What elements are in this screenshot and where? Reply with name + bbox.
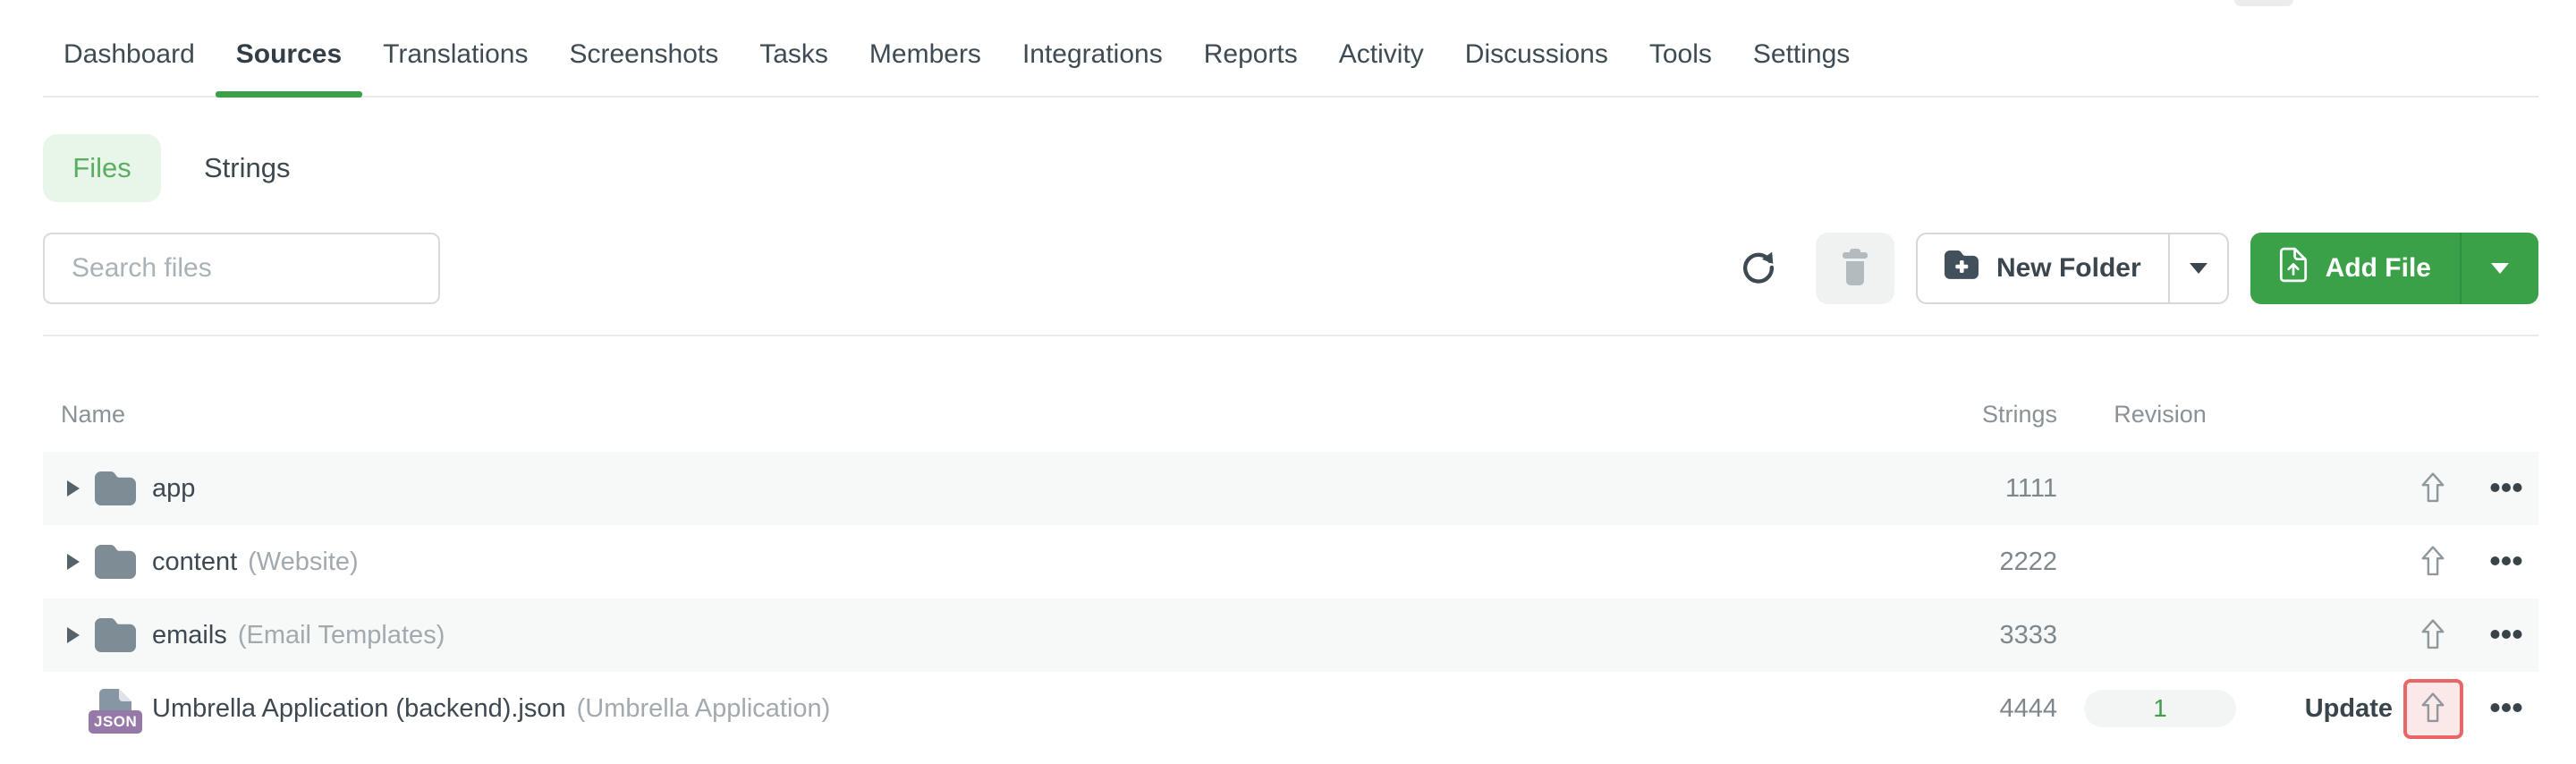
file-table-body: app 1111 content (Website) 2222 emails (… xyxy=(43,452,2538,745)
nav-tab-sources[interactable]: Sources xyxy=(215,40,363,98)
row-note: (Website) xyxy=(248,547,359,576)
row-strings-count: 1111 xyxy=(2004,473,2057,503)
more-actions-button[interactable] xyxy=(2485,697,2528,721)
toggle-strings[interactable]: Strings xyxy=(204,134,290,202)
files-table: Name Strings Revision app 1111 content (… xyxy=(43,336,2538,745)
table-row[interactable]: content (Website) 2222 xyxy=(43,525,2538,598)
delete-button[interactable] xyxy=(1815,233,1894,304)
upload-translations-button[interactable] xyxy=(2403,532,2463,592)
column-header-name: Name xyxy=(61,401,126,428)
file-upload-icon xyxy=(2279,247,2308,290)
new-folder-label: New Folder xyxy=(1996,253,2141,283)
table-row[interactable]: JSON Umbrella Application (backend).json… xyxy=(43,672,2538,745)
nav-tab-members[interactable]: Members xyxy=(849,40,1002,96)
upload-translations-button[interactable] xyxy=(2402,678,2463,739)
project-nav: Dashboard Sources Translations Screenshots T… xyxy=(43,0,2538,98)
ellipsis-icon xyxy=(2490,629,2522,642)
row-name[interactable]: emails xyxy=(152,621,227,650)
nav-tab-tools[interactable]: Tools xyxy=(1629,40,1733,96)
refresh-button[interactable] xyxy=(1739,248,1778,290)
add-file-button[interactable]: Add File xyxy=(2250,233,2460,304)
caret-down-icon xyxy=(2189,263,2207,274)
folder-icon xyxy=(95,539,136,584)
upload-arrow-icon xyxy=(2420,471,2445,506)
ellipsis-icon xyxy=(2490,482,2522,496)
upload-translations-button[interactable] xyxy=(2403,459,2463,519)
row-note: (Umbrella Application) xyxy=(576,693,831,723)
folder-plus-icon xyxy=(1944,250,1979,286)
column-header-strings: Strings xyxy=(1981,401,2057,428)
nav-tab-activity[interactable]: Activity xyxy=(1318,40,1445,96)
refresh-icon xyxy=(1739,248,1778,290)
nav-tab-screenshots[interactable]: Screenshots xyxy=(548,40,739,96)
ellipsis-icon xyxy=(2490,702,2522,716)
column-header-revision: Revision xyxy=(2114,401,2207,428)
toolbar-actions: New Folder Add File xyxy=(1739,233,2538,304)
more-actions-button[interactable] xyxy=(2485,550,2528,574)
revision-badge: 1 xyxy=(2084,690,2236,727)
nav-tab-dashboard[interactable]: Dashboard xyxy=(43,40,216,96)
nav-tab-reports[interactable]: Reports xyxy=(1183,40,1318,96)
upload-arrow-icon xyxy=(2420,545,2445,580)
nav-tab-settings[interactable]: Settings xyxy=(1733,40,1870,96)
folder-icon xyxy=(95,466,136,511)
add-file-split-button: Add File xyxy=(2250,233,2538,304)
caret-down-icon xyxy=(2491,263,2509,274)
upload-translations-button[interactable] xyxy=(2403,606,2463,666)
table-row[interactable]: emails (Email Templates) 3333 xyxy=(43,598,2538,672)
add-file-dropdown-button[interactable] xyxy=(2460,233,2538,304)
nav-tab-translations[interactable]: Translations xyxy=(362,40,548,96)
row-name[interactable]: Umbrella Application (backend).json xyxy=(152,694,566,724)
toolbar: New Folder Add File xyxy=(43,233,2538,304)
more-actions-button[interactable] xyxy=(2485,624,2528,648)
row-name[interactable]: app xyxy=(152,474,195,504)
json-badge-label: JSON xyxy=(89,710,143,734)
row-name[interactable]: content xyxy=(152,548,237,577)
upload-arrow-icon xyxy=(2420,618,2445,653)
chevron-right-icon[interactable] xyxy=(64,627,82,643)
chevron-right-icon[interactable] xyxy=(64,554,82,570)
search-input[interactable] xyxy=(43,233,440,304)
row-strings-count: 4444 xyxy=(1999,693,2057,723)
add-file-label: Add File xyxy=(2325,253,2431,283)
trash-icon xyxy=(1837,248,1873,290)
cutoff-element-top xyxy=(2234,0,2293,6)
row-note: (Email Templates) xyxy=(237,620,445,649)
table-row[interactable]: app 1111 xyxy=(43,452,2538,525)
new-folder-dropdown-button[interactable] xyxy=(2167,234,2227,302)
toggle-files[interactable]: Files xyxy=(43,134,161,202)
new-folder-split-button: New Folder xyxy=(1915,233,2229,304)
view-toggle: Files Strings xyxy=(43,134,2538,202)
row-strings-count: 3333 xyxy=(1999,620,2057,649)
json-file-icon: JSON xyxy=(89,686,143,734)
nav-tab-integrations[interactable]: Integrations xyxy=(1002,40,1183,96)
ellipsis-icon xyxy=(2490,556,2522,569)
more-actions-button[interactable] xyxy=(2485,477,2528,501)
upload-arrow-icon xyxy=(2420,692,2445,726)
new-folder-button[interactable]: New Folder xyxy=(1918,234,2168,302)
chevron-right-icon[interactable] xyxy=(64,480,82,497)
table-header-row: Name Strings Revision xyxy=(43,336,2538,452)
update-link[interactable]: Update xyxy=(2305,694,2393,724)
nav-tab-discussions[interactable]: Discussions xyxy=(1445,40,1629,96)
sources-page: Dashboard Sources Translations Screenshots T… xyxy=(0,0,2576,745)
row-strings-count: 2222 xyxy=(1999,547,2057,576)
nav-tab-tasks[interactable]: Tasks xyxy=(739,40,849,96)
folder-icon xyxy=(95,613,136,658)
